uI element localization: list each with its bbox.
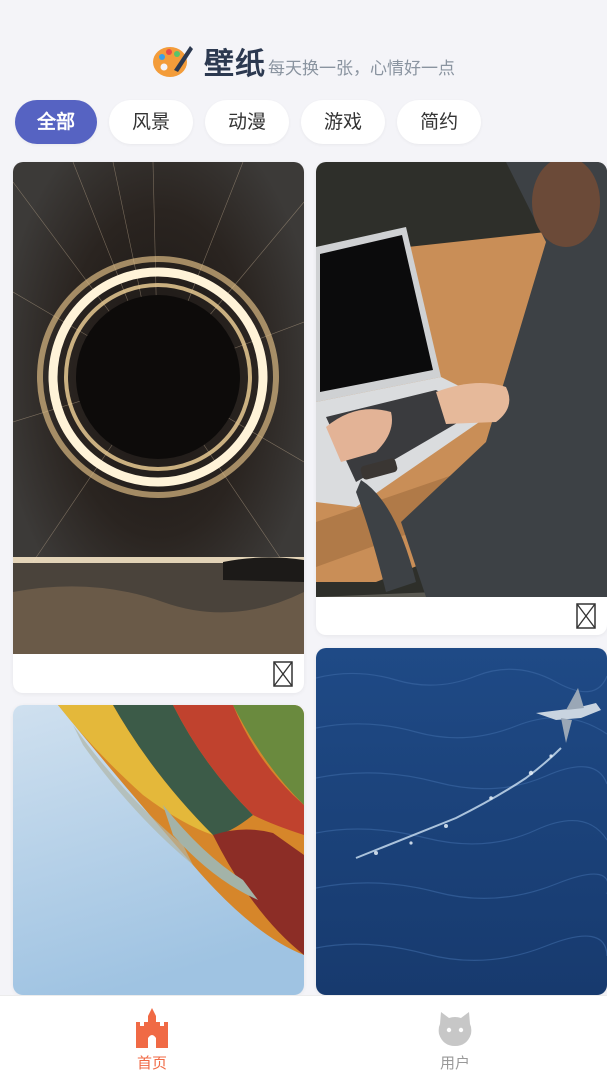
wallpaper-image-laptop — [316, 162, 607, 597]
tab-scenery[interactable]: 风景 — [109, 100, 194, 144]
castle-icon — [136, 1008, 168, 1048]
nav-user-label: 用户 — [439, 1054, 470, 1072]
nav-home[interactable]: 首页 — [112, 1008, 192, 1073]
broken-image-icon — [576, 603, 596, 629]
app-header: 壁纸 每天换一张，心情好一点 — [0, 38, 607, 84]
wallpaper-card[interactable] — [13, 162, 304, 693]
wallpaper-card[interactable] — [13, 705, 304, 995]
wallpaper-image-sea — [316, 648, 607, 995]
wallpaper-image-light-circle — [13, 162, 304, 654]
palette-icon — [153, 46, 193, 77]
wallpaper-card[interactable] — [316, 162, 607, 635]
nav-user[interactable]: 用户 — [415, 1008, 495, 1073]
app-slogan: 每天换一张，心情好一点 — [268, 58, 455, 79]
broken-image-icon — [273, 661, 293, 687]
tab-anime[interactable]: 动漫 — [205, 100, 290, 144]
category-tabs: 全部 风景 动漫 游戏 简约 — [15, 100, 482, 144]
user-icon — [438, 1012, 472, 1046]
tab-games[interactable]: 游戏 — [301, 100, 386, 144]
nav-home-label: 首页 — [136, 1054, 167, 1072]
bottom-nav: 首页 用户 — [0, 995, 607, 1081]
app-title: 壁纸 — [204, 47, 266, 82]
tab-all[interactable]: 全部 — [15, 100, 98, 144]
wallpaper-card[interactable] — [316, 648, 607, 995]
wallpaper-image-balloon — [13, 705, 304, 995]
tab-minimal[interactable]: 简约 — [397, 100, 482, 144]
